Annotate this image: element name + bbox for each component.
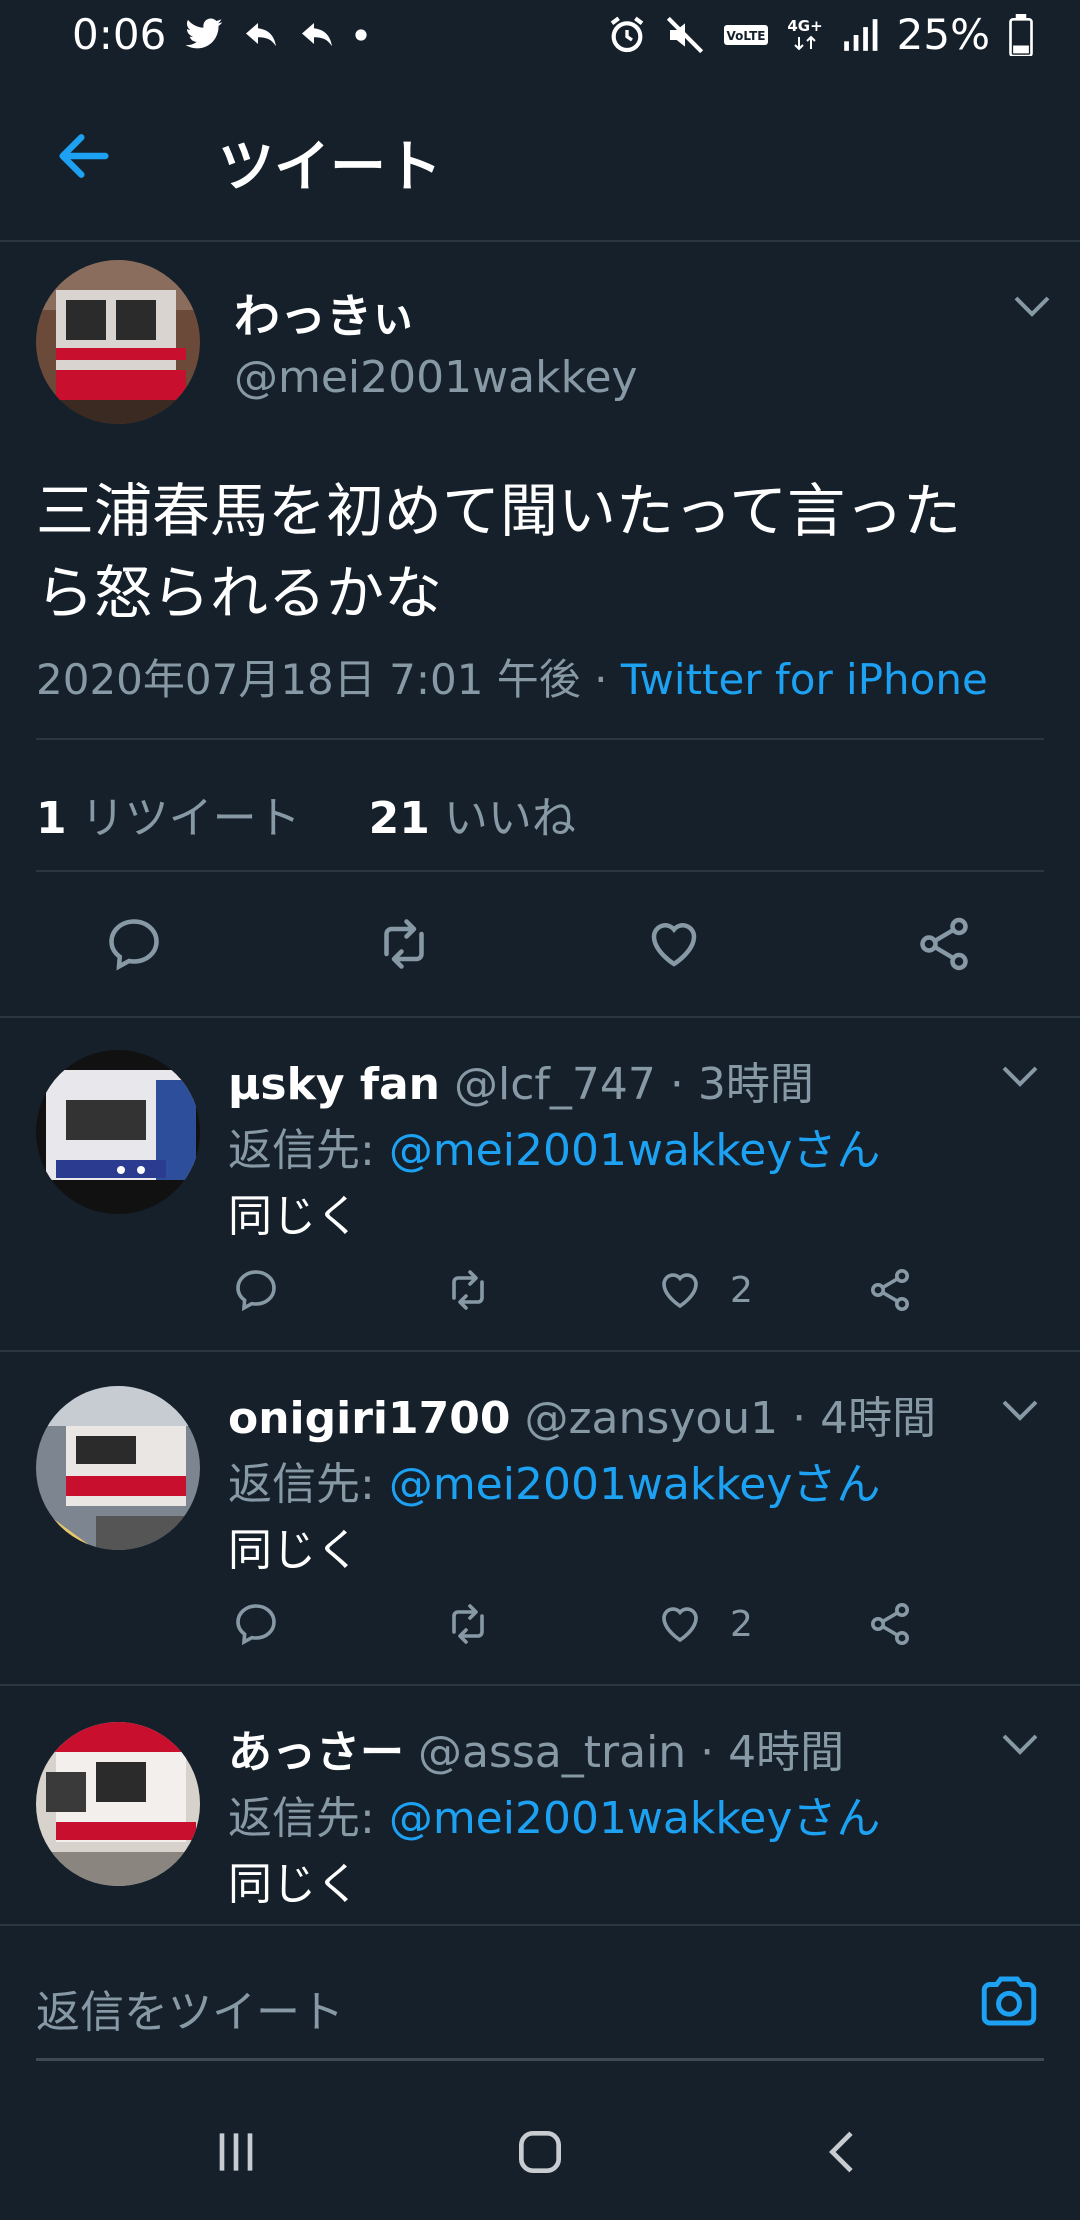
- reply-icon[interactable]: [232, 1266, 280, 1314]
- avatar[interactable]: [36, 1386, 200, 1550]
- reply-author-handle[interactable]: @zansyou1 · 4時間: [510, 1393, 936, 1444]
- like-stat[interactable]: 21 いいね: [369, 793, 576, 844]
- volte-icon: VoLTE: [723, 24, 768, 45]
- like-icon[interactable]: [644, 914, 704, 974]
- share-icon[interactable]: [866, 1266, 914, 1314]
- alarm-icon: [610, 16, 643, 52]
- reply-author-handle[interactable]: @assa_train · 4時間: [404, 1727, 844, 1778]
- reply-author-name[interactable]: あっさー: [228, 1727, 404, 1778]
- like-count: 2: [730, 1604, 753, 1645]
- page-title: ツイート: [218, 135, 442, 200]
- avatar[interactable]: [36, 260, 200, 424]
- chevron-down-icon[interactable]: [1000, 1732, 1040, 1756]
- reply-header: あっさー @assa_train · 4時間: [228, 1716, 844, 1780]
- app-bar: ツイート: [0, 72, 1080, 242]
- reply-text: 同じく: [228, 1191, 360, 1242]
- avatar[interactable]: [36, 1722, 200, 1886]
- chevron-down-icon[interactable]: [1000, 1064, 1040, 1088]
- tweet-timestamp: 2020年07月18日 7:01 午後 ·: [36, 655, 621, 704]
- tweet-text-line: ら怒られるかな: [36, 559, 443, 627]
- tweet-stats: 1 リツイート 21 いいね: [36, 782, 576, 846]
- reply-notification-icon: [246, 22, 277, 46]
- signal-icon: [843, 18, 878, 51]
- reply-header: µsky fan @lcf_747 · 3時間: [228, 1048, 814, 1112]
- svg-text:4G+: 4G+: [787, 17, 822, 35]
- reply-header: onigiri1700 @zansyou1 · 4時間: [228, 1382, 936, 1446]
- reply-author-name[interactable]: onigiri1700: [228, 1393, 510, 1444]
- share-icon[interactable]: [866, 1600, 914, 1648]
- divider: [36, 870, 1044, 872]
- back-icon[interactable]: [816, 2124, 872, 2180]
- reply-to-line: 返信先: @mei2001wakkeyさん: [228, 1459, 881, 1510]
- reply-author-name[interactable]: µsky fan: [228, 1059, 440, 1110]
- svg-text:VoLTE: VoLTE: [726, 29, 765, 43]
- back-arrow-icon[interactable]: [52, 124, 116, 188]
- reply-item[interactable]: あっさー @assa_train · 4時間 返信先: @mei2001wakk…: [0, 1686, 1080, 1924]
- reply-icon[interactable]: [232, 1600, 280, 1648]
- 4g-icon: 4G+: [787, 17, 822, 50]
- dot-icon: [355, 28, 367, 41]
- reply-input-placeholder[interactable]: 返信をツイート: [36, 1976, 344, 2040]
- retweet-icon[interactable]: [374, 914, 434, 974]
- author-name[interactable]: わっきぃ: [234, 280, 416, 346]
- input-underline: [36, 2058, 1044, 2061]
- reply-text: 同じく: [228, 1859, 360, 1910]
- twitter-icon: [185, 18, 223, 48]
- chevron-down-icon[interactable]: [1012, 294, 1052, 318]
- recent-apps-icon[interactable]: [208, 2124, 264, 2180]
- reply-to-line: 返信先: @mei2001wakkeyさん: [228, 1125, 881, 1176]
- chevron-down-icon[interactable]: [1000, 1398, 1040, 1422]
- system-nav-bar: [0, 2084, 1080, 2220]
- retweet-stat[interactable]: 1 リツイート: [36, 793, 301, 844]
- like-icon[interactable]: [656, 1266, 704, 1314]
- like-count: 2: [730, 1270, 753, 1311]
- reply-item[interactable]: onigiri1700 @zansyou1 · 4時間 返信先: @mei200…: [0, 1352, 1080, 1686]
- reply-icon[interactable]: [104, 914, 164, 974]
- reply-mention-link[interactable]: @mei2001wakkeyさん: [389, 1793, 881, 1844]
- reply-to-line: 返信先: @mei2001wakkeyさん: [228, 1793, 881, 1844]
- share-icon[interactable]: [914, 914, 974, 974]
- reply-composer[interactable]: 返信をツイート: [0, 1924, 1080, 2086]
- reply-item[interactable]: µsky fan @lcf_747 · 3時間 返信先: @mei2001wak…: [0, 1018, 1080, 1352]
- reply-text: 同じく: [228, 1525, 360, 1576]
- battery-percent: 25%: [896, 10, 990, 59]
- tweet-text-line: 三浦春馬を初めて聞いたって言った: [36, 477, 962, 545]
- tweet-text: 三浦春馬を初めて聞いたって言った ら怒られるかな: [36, 470, 1046, 634]
- reply-mention-link[interactable]: @mei2001wakkeyさん: [389, 1125, 881, 1176]
- status-time: 0:06: [72, 10, 167, 59]
- home-icon[interactable]: [512, 2124, 568, 2180]
- reply-author-handle[interactable]: @lcf_747 · 3時間: [440, 1059, 814, 1110]
- reply-notification-icon: [302, 22, 333, 46]
- reply-mention-link[interactable]: @mei2001wakkeyさん: [389, 1459, 881, 1510]
- tweet-source-link[interactable]: Twitter for iPhone: [621, 655, 988, 704]
- retweet-icon[interactable]: [444, 1266, 492, 1314]
- divider: [36, 738, 1044, 740]
- like-icon[interactable]: [656, 1600, 704, 1648]
- author-handle[interactable]: @mei2001wakkey: [234, 352, 638, 403]
- avatar[interactable]: [36, 1050, 200, 1214]
- battery-icon: [1009, 13, 1033, 56]
- mute-icon: [666, 16, 703, 53]
- tweet-meta: 2020年07月18日 7:01 午後 · Twitter for iPhone: [36, 646, 988, 707]
- retweet-icon[interactable]: [444, 1600, 492, 1648]
- camera-icon[interactable]: [976, 1968, 1042, 2034]
- status-bar: 0:06 VoLTE 4G+ 25%: [0, 0, 1080, 72]
